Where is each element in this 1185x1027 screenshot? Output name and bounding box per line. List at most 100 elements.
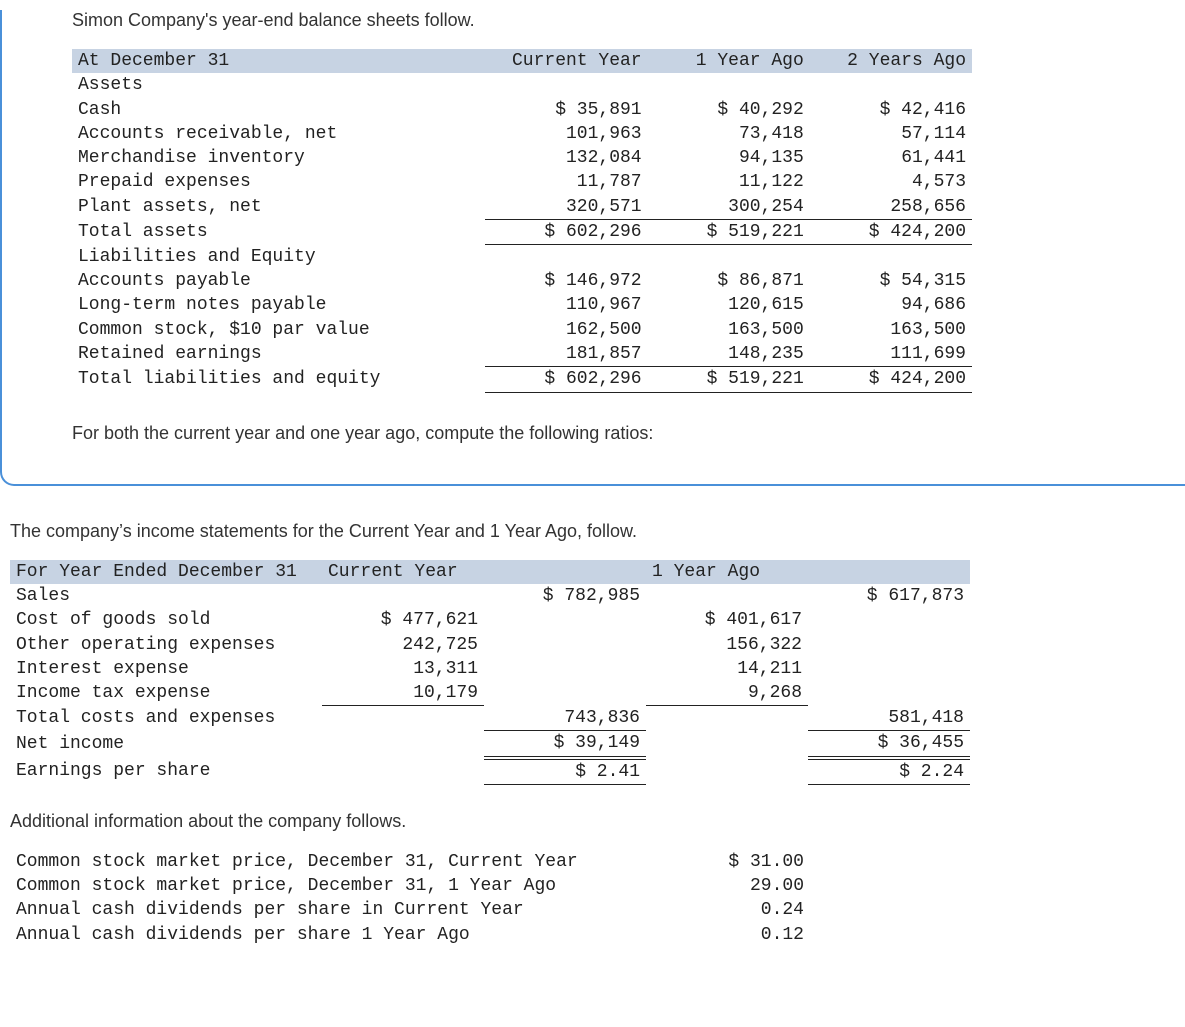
table-row: Assets (72, 73, 972, 97)
cell: 11,787 (485, 170, 647, 194)
cell: 156,322 (646, 633, 808, 657)
cell: 101,963 (485, 122, 647, 146)
cell: 57,114 (810, 122, 972, 146)
cell: $ 477,621 (322, 608, 484, 632)
intro-text-2: The company’s income statements for the … (10, 521, 1185, 542)
cell: 258,656 (810, 195, 972, 220)
table-row: Total assets $ 602,296 $ 519,221 $ 424,2… (72, 220, 972, 245)
row-label: Interest expense (10, 657, 322, 681)
cell: 163,500 (648, 318, 810, 342)
cell: $ 424,200 (810, 367, 972, 392)
col-header-1yr: 1 Year Ago (648, 49, 810, 73)
table-row: Accounts receivable, net 101,963 73,418 … (72, 122, 972, 146)
cell: 743,836 (484, 706, 646, 731)
col-header-1yr: 1 Year Ago (646, 560, 970, 584)
row-label: Long-term notes payable (72, 293, 485, 317)
table-row: Common stock market price, December 31, … (10, 874, 810, 898)
cell: 29.00 (660, 874, 810, 898)
row-label: Cost of goods sold (10, 608, 322, 632)
row-label: Sales (10, 584, 322, 608)
col-header-current: Current Year (322, 560, 646, 584)
table-header-row: For Year Ended December 31 Current Year … (10, 560, 970, 584)
row-label: Common stock, $10 par value (72, 318, 485, 342)
cell: $ 2.24 (808, 758, 970, 785)
cell: 0.12 (660, 923, 810, 947)
row-label: Accounts receivable, net (72, 122, 485, 146)
table-row: Cost of goods sold $ 477,621 $ 401,617 (10, 608, 970, 632)
cell: $ 42,416 (810, 98, 972, 122)
income-statement-table: For Year Ended December 31 Current Year … (10, 560, 970, 785)
col-header-date: For Year Ended December 31 (10, 560, 322, 584)
cell: 111,699 (810, 342, 972, 367)
followup-text: For both the current year and one year a… (72, 423, 1185, 444)
cell: $ 40,292 (648, 98, 810, 122)
cell: $ 35,891 (485, 98, 647, 122)
cell: 162,500 (485, 318, 647, 342)
table-row: Retained earnings 181,857 148,235 111,69… (72, 342, 972, 367)
row-label: Net income (10, 731, 322, 758)
intro-text-1: Simon Company's year-end balance sheets … (72, 10, 1185, 31)
table-row: Long-term notes payable 110,967 120,615 … (72, 293, 972, 317)
table-row: Prepaid expenses 11,787 11,122 4,573 (72, 170, 972, 194)
col-header-date: At December 31 (72, 49, 485, 73)
table-row: Annual cash dividends per share 1 Year A… (10, 923, 810, 947)
table-header-row: At December 31 Current Year 1 Year Ago 2… (72, 49, 972, 73)
cell: 148,235 (648, 342, 810, 367)
cell: $ 54,315 (810, 269, 972, 293)
row-label: Retained earnings (72, 342, 485, 367)
cell: 120,615 (648, 293, 810, 317)
row-label: Total assets (72, 220, 485, 245)
row-label: Merchandise inventory (72, 146, 485, 170)
table-row: Common stock market price, December 31, … (10, 850, 810, 874)
table-row: Net income $ 39,149 $ 36,455 (10, 731, 970, 758)
cell: $ 39,149 (484, 731, 646, 758)
table-row: Common stock, $10 par value 162,500 163,… (72, 318, 972, 342)
cell: 11,122 (648, 170, 810, 194)
intro-text-3: Additional information about the company… (10, 811, 1185, 832)
liab-equity-header: Liabilities and Equity (72, 245, 485, 269)
cell: 110,967 (485, 293, 647, 317)
cell: 73,418 (648, 122, 810, 146)
table-row: Total costs and expenses 743,836 581,418 (10, 706, 970, 731)
row-label: Annual cash dividends per share 1 Year A… (10, 923, 660, 947)
col-header-current: Current Year (485, 49, 647, 73)
row-label: Prepaid expenses (72, 170, 485, 194)
table-row: Plant assets, net 320,571 300,254 258,65… (72, 195, 972, 220)
additional-info-table: Common stock market price, December 31, … (10, 850, 810, 947)
table-row: Interest expense 13,311 14,211 (10, 657, 970, 681)
table-row: Other operating expenses 242,725 156,322 (10, 633, 970, 657)
row-label: Common stock market price, December 31, … (10, 850, 660, 874)
question-box: Simon Company's year-end balance sheets … (0, 10, 1185, 486)
cell: $ 602,296 (485, 367, 647, 392)
table-row: Liabilities and Equity (72, 245, 972, 269)
row-label: Annual cash dividends per share in Curre… (10, 898, 660, 922)
cell: 94,135 (648, 146, 810, 170)
cell: $ 2.41 (484, 758, 646, 785)
table-row: Earnings per share $ 2.41 $ 2.24 (10, 758, 970, 785)
cell: 61,441 (810, 146, 972, 170)
cell: 132,084 (485, 146, 647, 170)
cell: 4,573 (810, 170, 972, 194)
cell: 242,725 (322, 633, 484, 657)
cell: $ 401,617 (646, 608, 808, 632)
table-row: Sales $ 782,985 $ 617,873 (10, 584, 970, 608)
cell: 320,571 (485, 195, 647, 220)
col-header-2yr: 2 Years Ago (810, 49, 972, 73)
cell: $ 31.00 (660, 850, 810, 874)
cell: 163,500 (810, 318, 972, 342)
cell: $ 602,296 (485, 220, 647, 245)
row-label: Other operating expenses (10, 633, 322, 657)
cell: 94,686 (810, 293, 972, 317)
table-row: Income tax expense 10,179 9,268 (10, 681, 970, 706)
row-label: Total liabilities and equity (72, 367, 485, 392)
cell: 300,254 (648, 195, 810, 220)
row-label: Accounts payable (72, 269, 485, 293)
row-label: Cash (72, 98, 485, 122)
cell: $ 782,985 (484, 584, 646, 608)
cell: $ 146,972 (485, 269, 647, 293)
table-row: Merchandise inventory 132,084 94,135 61,… (72, 146, 972, 170)
cell: $ 519,221 (648, 367, 810, 392)
cell: 9,268 (646, 681, 808, 706)
table-row: Accounts payable $ 146,972 $ 86,871 $ 54… (72, 269, 972, 293)
cell: 181,857 (485, 342, 647, 367)
